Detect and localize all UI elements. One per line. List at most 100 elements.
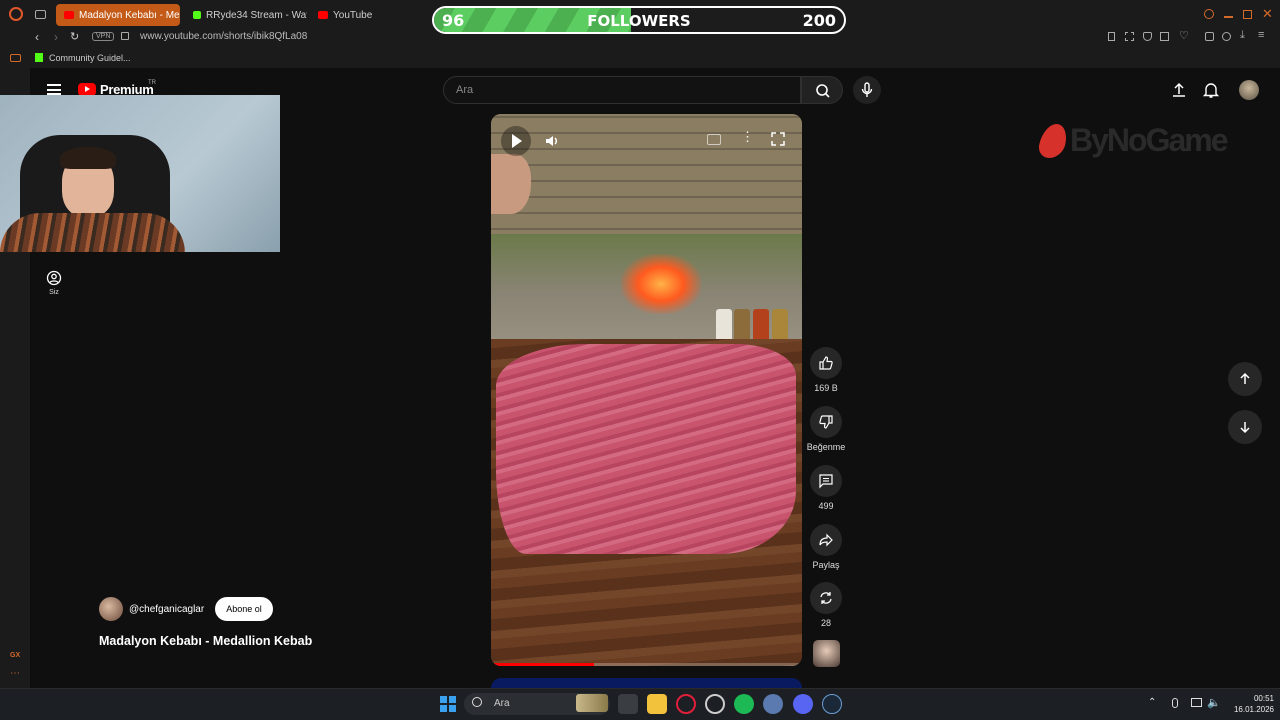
upload-icon <box>1173 82 1185 97</box>
comments-button[interactable] <box>810 465 842 497</box>
opera-logo-icon[interactable] <box>9 7 23 21</box>
share-button[interactable] <box>810 524 842 556</box>
notifications-button[interactable] <box>1202 81 1220 99</box>
next-short-button[interactable] <box>1228 410 1262 444</box>
app-icon[interactable] <box>763 694 783 714</box>
followers-label: FOLLOWERS <box>587 12 691 30</box>
tab-manager-icon[interactable] <box>35 10 46 19</box>
forward-icon[interactable]: › <box>54 30 58 44</box>
shorts-video-player[interactable]: ⋮ <box>491 114 802 666</box>
remix-icon <box>820 592 832 604</box>
previous-short-button[interactable] <box>1228 362 1262 396</box>
reload-icon[interactable]: ↻ <box>70 30 79 43</box>
opera-gx-taskbar-icon[interactable] <box>676 694 696 714</box>
tab-label: Madalyon Kebabı - Medalli <box>79 9 180 21</box>
tab-active-video[interactable]: Madalyon Kebabı - Medalli <box>56 4 180 26</box>
arrow-up-icon <box>1240 372 1250 384</box>
search-input[interactable]: Ara <box>443 76 801 104</box>
next-short-preview[interactable] <box>491 678 802 688</box>
tab-label: YouTube <box>333 9 373 21</box>
video-progress-track[interactable] <box>491 663 802 666</box>
followers-goal: 200 <box>802 11 836 30</box>
dislike-button[interactable] <box>810 406 842 438</box>
bookmark-community-guidelines[interactable]: Community Guidel... <box>49 53 131 63</box>
play-icon <box>512 134 522 148</box>
maximize-icon[interactable] <box>1243 10 1252 19</box>
account-circle-icon <box>46 270 62 286</box>
tray-mic-icon[interactable] <box>1172 698 1178 708</box>
tab-youtube[interactable]: YouTube <box>310 4 420 26</box>
streamer-body <box>0 213 185 252</box>
bookmarks-bar: Community Guidel... <box>0 48 1280 68</box>
snapshot-icon[interactable] <box>1125 32 1134 41</box>
gx-label[interactable]: GX <box>10 652 20 659</box>
dislike-label: Beğenme <box>806 442 846 452</box>
subscribe-button[interactable]: Abone ol <box>215 597 273 621</box>
tab-kick-stream[interactable]: RRyde34 Stream - Watch <box>185 4 307 26</box>
arrow-down-icon <box>1240 422 1250 434</box>
windows-start-icon[interactable] <box>440 696 456 712</box>
play-button[interactable] <box>501 126 531 156</box>
profile-icon[interactable] <box>1222 32 1231 41</box>
fullscreen-icon[interactable] <box>771 132 785 146</box>
search-tabs-icon[interactable] <box>1204 9 1214 19</box>
network-icon[interactable] <box>1191 698 1202 707</box>
briefcase-icon[interactable] <box>10 54 21 62</box>
upload-button[interactable] <box>1170 81 1188 99</box>
share-icon <box>819 533 833 547</box>
more-options-icon[interactable]: ⋮ <box>741 130 754 144</box>
sidebar-item-label: Siz <box>49 289 59 296</box>
app-icon[interactable] <box>705 694 725 714</box>
clock[interactable]: 00:51 16.01.2026 <box>1222 693 1274 715</box>
microphone-icon <box>861 82 873 97</box>
thumbs-down-icon <box>819 415 833 429</box>
taskbar-search-icon <box>472 697 482 707</box>
minimize-icon[interactable] <box>1224 16 1233 18</box>
comment-count: 499 <box>818 501 834 511</box>
cube-icon[interactable] <box>1160 32 1169 41</box>
youtube-favicon-icon <box>318 11 328 19</box>
more-icon[interactable]: ⋯ <box>10 668 20 679</box>
watermark-text: ByNoGame <box>1070 122 1228 158</box>
search-highlight-image <box>576 694 608 712</box>
close-icon[interactable]: ✕ <box>1262 7 1273 21</box>
extensions-icon[interactable] <box>1205 32 1214 41</box>
youtube-favicon-icon <box>64 11 74 19</box>
back-icon[interactable]: ‹ <box>35 30 39 44</box>
sidebar-item-you[interactable]: Siz <box>40 270 68 296</box>
shield-icon[interactable] <box>1143 32 1152 41</box>
download-icon[interactable]: ⤓ <box>1240 29 1245 42</box>
kick-bookmark-icon <box>35 53 43 62</box>
steam-icon[interactable] <box>822 694 842 714</box>
lock-icon <box>121 32 129 40</box>
volume-button[interactable] <box>543 132 561 150</box>
follower-goal-bar: 96 FOLLOWERS 200 <box>432 6 846 34</box>
sound-thumbnail[interactable] <box>813 640 840 667</box>
discord-icon[interactable] <box>793 694 813 714</box>
account-avatar[interactable] <box>1239 80 1259 100</box>
remix-button[interactable] <box>810 582 842 614</box>
bell-icon <box>1202 83 1220 98</box>
search-button[interactable] <box>801 76 843 104</box>
channel-avatar[interactable] <box>99 597 123 621</box>
hamburger-menu-icon[interactable] <box>47 84 61 95</box>
task-view-icon[interactable] <box>618 694 638 714</box>
remix-count: 28 <box>820 618 831 628</box>
menu-icon[interactable]: ≡ <box>1258 29 1264 41</box>
volume-tray-icon[interactable]: 🔈 <box>1207 696 1221 709</box>
channel-handle[interactable]: @chefganicaglar <box>129 604 204 615</box>
vpn-badge[interactable]: VPN <box>92 32 115 41</box>
voice-search-button[interactable] <box>853 76 881 104</box>
captions-button[interactable] <box>707 134 721 145</box>
like-button[interactable] <box>810 347 842 379</box>
bynogame-logo-icon <box>1036 123 1070 158</box>
heart-icon[interactable]: ♡ <box>1179 29 1189 42</box>
pin-icon[interactable] <box>1108 32 1115 41</box>
url-field[interactable]: www.youtube.com/shorts/ibik8QfLa08 <box>140 31 307 42</box>
file-explorer-icon[interactable] <box>647 694 667 714</box>
like-count: 169 B <box>814 383 838 393</box>
spotify-icon[interactable] <box>734 694 754 714</box>
tray-chevron-icon[interactable]: ⌃ <box>1148 697 1156 708</box>
search-icon <box>816 84 830 98</box>
stone-wall <box>491 114 802 244</box>
